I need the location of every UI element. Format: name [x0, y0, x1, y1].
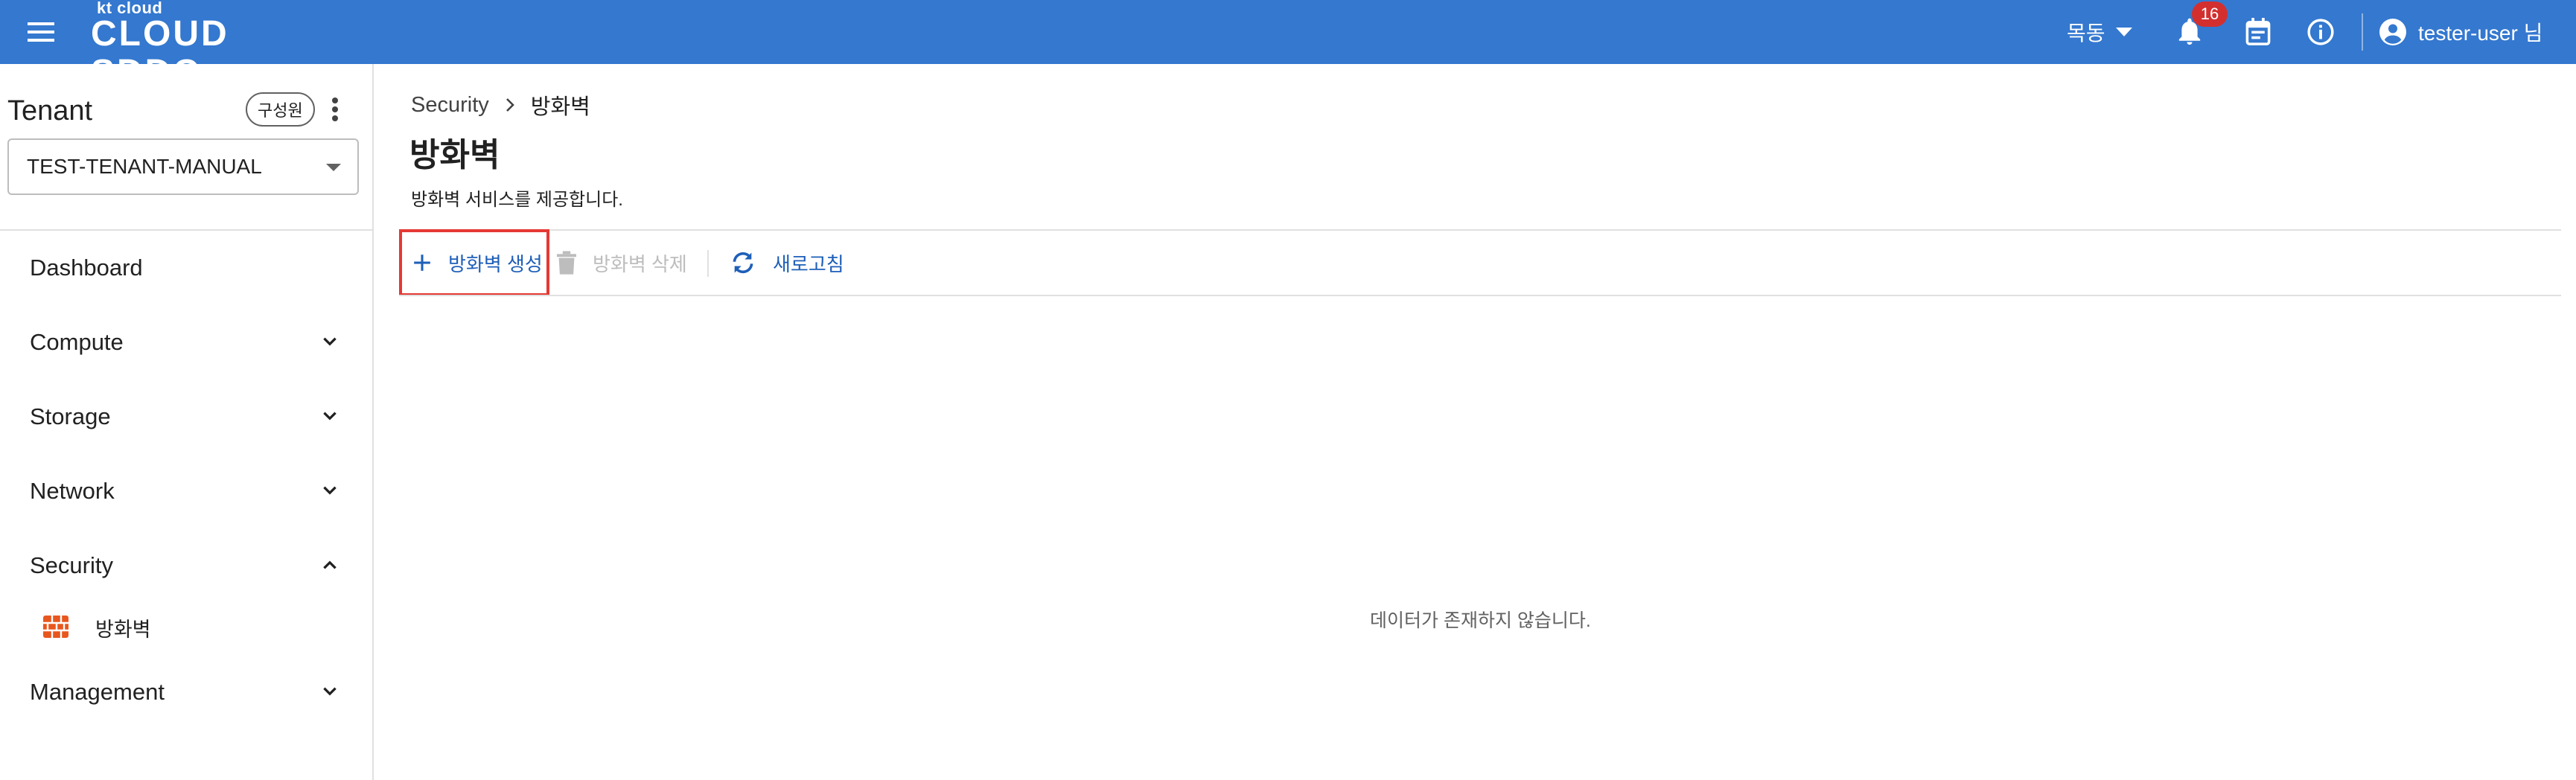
refresh-icon: [733, 252, 753, 274]
chevron-down-icon: [323, 337, 337, 346]
trash-icon: [557, 251, 576, 275]
chevron-down-icon: [323, 687, 337, 696]
menu-icon: [28, 22, 54, 42]
sidebar-divider: [0, 229, 372, 231]
user-name: tester-user 님: [2418, 22, 2543, 45]
notification-count-badge: 16: [2192, 1, 2228, 27]
chevron-down-icon: [323, 486, 337, 495]
sidebar-subitem-label: 방화벽: [95, 618, 151, 641]
notifications-button[interactable]: 16: [2169, 1, 2228, 52]
sidebar-item-security[interactable]: Security: [0, 536, 372, 595]
firewall-icon: [43, 616, 68, 638]
toolbar-top-divider: [399, 229, 2561, 231]
refresh-label: 새로고침: [773, 252, 844, 275]
tenant-select-value: TEST-TENANT-MANUAL: [27, 155, 262, 178]
create-firewall-label: 방화벽 생성: [448, 252, 543, 275]
region-label: 목동: [2067, 22, 2105, 45]
plus-icon: [414, 255, 430, 271]
sidebar-item-management[interactable]: Management: [0, 662, 372, 722]
page-title: 방화벽: [409, 137, 500, 173]
account-circle-icon: [2379, 19, 2406, 45]
top-app-bar: kt cloud CLOUD SDDC 목동 16: [0, 0, 2576, 92]
refresh-button[interactable]: 새로고침: [730, 231, 844, 295]
caret-down-icon: [2115, 28, 2132, 36]
toolbar-separator: [707, 250, 709, 277]
tenant-title: Tenant: [7, 95, 93, 127]
sidebar-item-network[interactable]: Network: [0, 461, 372, 521]
page-description: 방화벽 서비스를 제공합니다.: [411, 190, 623, 210]
info-icon: [2307, 19, 2334, 45]
caret-down-icon: [326, 164, 341, 171]
more-vertical-icon: [332, 98, 338, 121]
info-button[interactable]: [2301, 12, 2341, 52]
breadcrumb: Security 방화벽: [411, 89, 590, 121]
sidebar-subitem-firewall[interactable]: 방화벽: [0, 605, 372, 650]
hamburger-menu-button[interactable]: [22, 13, 60, 51]
tenant-select[interactable]: TEST-TENANT-MANUAL: [7, 138, 359, 195]
app-logo[interactable]: kt cloud CLOUD SDDC: [91, 0, 344, 92]
region-selector[interactable]: 목동: [2067, 12, 2132, 52]
breadcrumb-current: 방화벽: [530, 95, 590, 119]
sidebar-item-label: Network: [30, 478, 115, 504]
calendar-icon: [2245, 18, 2271, 45]
user-menu[interactable]: tester-user 님: [2379, 12, 2542, 52]
toolbar-bottom-divider: [399, 295, 2561, 296]
calendar-button[interactable]: [2238, 12, 2278, 52]
delete-firewall-label: 방화벽 삭제: [593, 252, 687, 275]
sidebar-item-label: Dashboard: [30, 255, 143, 281]
empty-state-message: 데이터가 존재하지 않습니다.: [1370, 610, 1591, 631]
create-firewall-button[interactable]: 방화벽 생성: [399, 229, 549, 296]
sidebar-item-label: Management: [30, 679, 165, 705]
sidebar-item-label: Compute: [30, 329, 124, 355]
members-button[interactable]: 구성원: [246, 92, 315, 127]
sidebar: Tenant 구성원 TEST-TENANT-MANUAL Dashboard …: [0, 64, 374, 780]
topbar-divider: [2362, 13, 2363, 51]
delete-firewall-button[interactable]: 방화벽 삭제: [557, 231, 687, 295]
tenant-more-button[interactable]: [320, 92, 350, 127]
breadcrumb-security[interactable]: Security: [411, 93, 489, 118]
sidebar-item-compute[interactable]: Compute: [0, 313, 372, 372]
chevron-down-icon: [323, 412, 337, 421]
chevron-right-icon: [506, 98, 514, 112]
sidebar-item-dashboard[interactable]: Dashboard: [0, 238, 372, 298]
chevron-up-icon: [323, 560, 337, 569]
sidebar-item-label: Storage: [30, 403, 111, 429]
sidebar-item-label: Security: [30, 552, 113, 578]
sidebar-item-storage[interactable]: Storage: [0, 387, 372, 447]
